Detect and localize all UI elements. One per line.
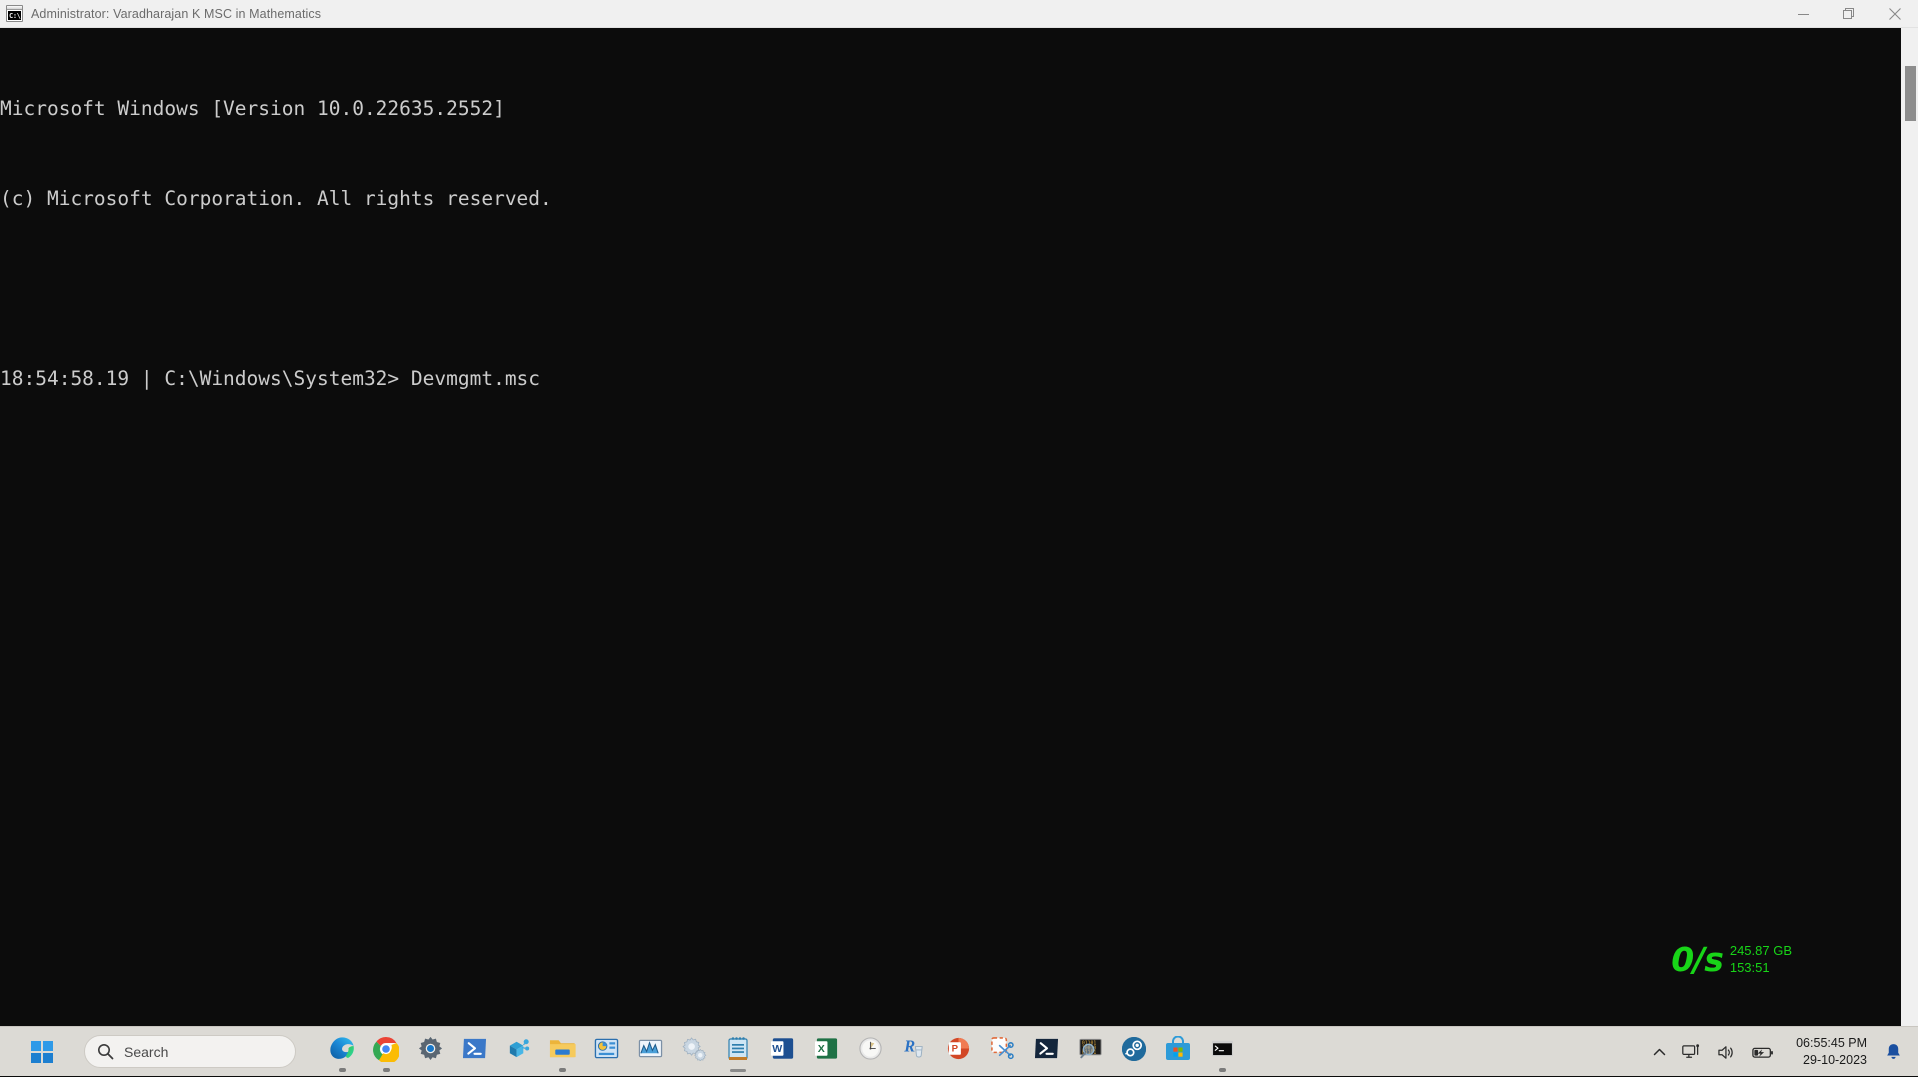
taskbar-item-google-chrome[interactable] [364,1029,408,1075]
microsoft-excel-icon: X [812,1035,840,1063]
google-chrome-icon [372,1035,400,1063]
console-line: (c) Microsoft Corporation. All rights re… [0,184,1901,214]
system-tray: 06:55:45 PM 29-10-2023 [1645,1027,1918,1077]
terminal-area: Microsoft Windows [Version 10.0.22635.25… [0,28,1918,1026]
vertical-scrollbar[interactable] [1901,28,1918,1026]
svg-text:W: W [772,1043,782,1055]
taskbar-item-system-configuration[interactable] [672,1029,716,1075]
svg-text:X: X [817,1043,824,1055]
battery-charging-icon[interactable] [1744,1027,1782,1077]
minimize-button[interactable] [1780,0,1826,28]
scrollbar-thumb[interactable] [1905,66,1916,121]
cmd-console-icon: C:\ [6,5,23,22]
running-indicator [383,1068,390,1072]
taskbar-item-powershell-7[interactable] [1024,1029,1068,1075]
taskbar-item-file-explorer[interactable] [540,1029,584,1075]
search-input[interactable]: Search [84,1035,296,1068]
start-button[interactable] [22,1032,62,1072]
taskbar-item-windows-powershell[interactable] [452,1029,496,1075]
microsoft-powerpoint-icon: P [944,1035,972,1063]
taskbar-item-snipping-tool[interactable] [980,1029,1024,1075]
running-indicator [1219,1068,1226,1072]
resource-monitor-icon [592,1035,620,1063]
close-button[interactable] [1872,0,1918,28]
search-placeholder: Search [124,1044,168,1060]
volume-icon[interactable] [1709,1027,1744,1077]
taskbar-app-list: W X [320,1029,1244,1075]
notifications-bell-icon[interactable] [1877,1027,1906,1077]
taskbar-item-r-statistics[interactable]: R [892,1029,936,1075]
window-controls [1780,0,1918,28]
taskbar-item-settings[interactable] [408,1029,452,1075]
snipping-scissors-icon [988,1035,1016,1063]
steam-icon [1120,1035,1148,1063]
code-magnifier-icon: 011011001001101 [1076,1035,1104,1063]
running-indicator [559,1068,566,1072]
microsoft-edge-icon [328,1035,356,1063]
gears-icon [680,1035,708,1063]
clock-date: 29-10-2023 [1803,1052,1867,1069]
gear-icon [416,1035,444,1063]
taskbar-left: Search [0,1029,1244,1075]
taskbar-item-microsoft-store[interactable] [1156,1029,1200,1075]
powershell-dark-icon [1032,1035,1060,1063]
svg-text:R: R [903,1036,915,1055]
active-window-indicator [730,1069,746,1072]
performance-chart-icon [636,1035,664,1063]
search-icon [97,1043,114,1060]
windows-logo-icon [31,1041,53,1063]
microsoft-word-icon: W [768,1035,796,1063]
windows-taskbar: Search [0,1026,1918,1076]
taskbar-item-performance-monitor[interactable] [628,1029,672,1075]
window-titlebar[interactable]: C:\ Administrator: Varadharajan K MSC in… [0,0,1918,28]
taskbar-item-microsoft-excel[interactable]: X [804,1029,848,1075]
running-indicator [339,1068,346,1072]
console-line-blank [0,274,1901,304]
taskbar-item-microsoft-powerpoint[interactable]: P [936,1029,980,1075]
taskbar-item-code-inspector[interactable]: 011011001001101 [1068,1029,1112,1075]
taskbar-item-clock[interactable] [848,1029,892,1075]
taskbar-item-resource-monitor[interactable] [584,1029,628,1075]
cmd-icon-glyph: C:\ [8,11,21,20]
network-icon[interactable] [1674,1027,1709,1077]
taskbar-item-network-app[interactable] [496,1029,540,1075]
taskbar-item-microsoft-edge[interactable] [320,1029,364,1075]
microsoft-store-icon [1164,1035,1192,1063]
taskbar-item-steam[interactable] [1112,1029,1156,1075]
network-cluster-icon [504,1035,532,1063]
svg-text:P: P [951,1044,958,1055]
console-output[interactable]: Microsoft Windows [Version 10.0.22635.25… [0,28,1901,1026]
show-hidden-icons-chevron-up-icon[interactable] [1645,1027,1674,1077]
clock-icon [856,1035,884,1063]
command-prompt-icon [1208,1035,1236,1063]
taskbar-item-microsoft-word[interactable]: W [760,1029,804,1075]
notepad-icon [724,1035,752,1063]
window-title: Administrator: Varadharajan K MSC in Mat… [31,7,321,21]
taskbar-item-notepad[interactable] [716,1029,760,1075]
taskbar-item-command-prompt[interactable] [1200,1029,1244,1075]
taskbar-clock[interactable]: 06:55:45 PM 29-10-2023 [1782,1035,1877,1069]
folder-icon [548,1035,576,1063]
console-prompt-line: 18:54:58.19 | C:\Windows\System32> Devmg… [0,364,1901,394]
restore-button[interactable] [1826,0,1872,28]
r-icon: R [900,1035,928,1063]
console-line: Microsoft Windows [Version 10.0.22635.25… [0,94,1901,124]
powershell-icon [460,1035,488,1063]
clock-time: 06:55:45 PM [1796,1035,1867,1052]
command-prompt-window: C:\ Administrator: Varadharajan K MSC in… [0,0,1918,1026]
